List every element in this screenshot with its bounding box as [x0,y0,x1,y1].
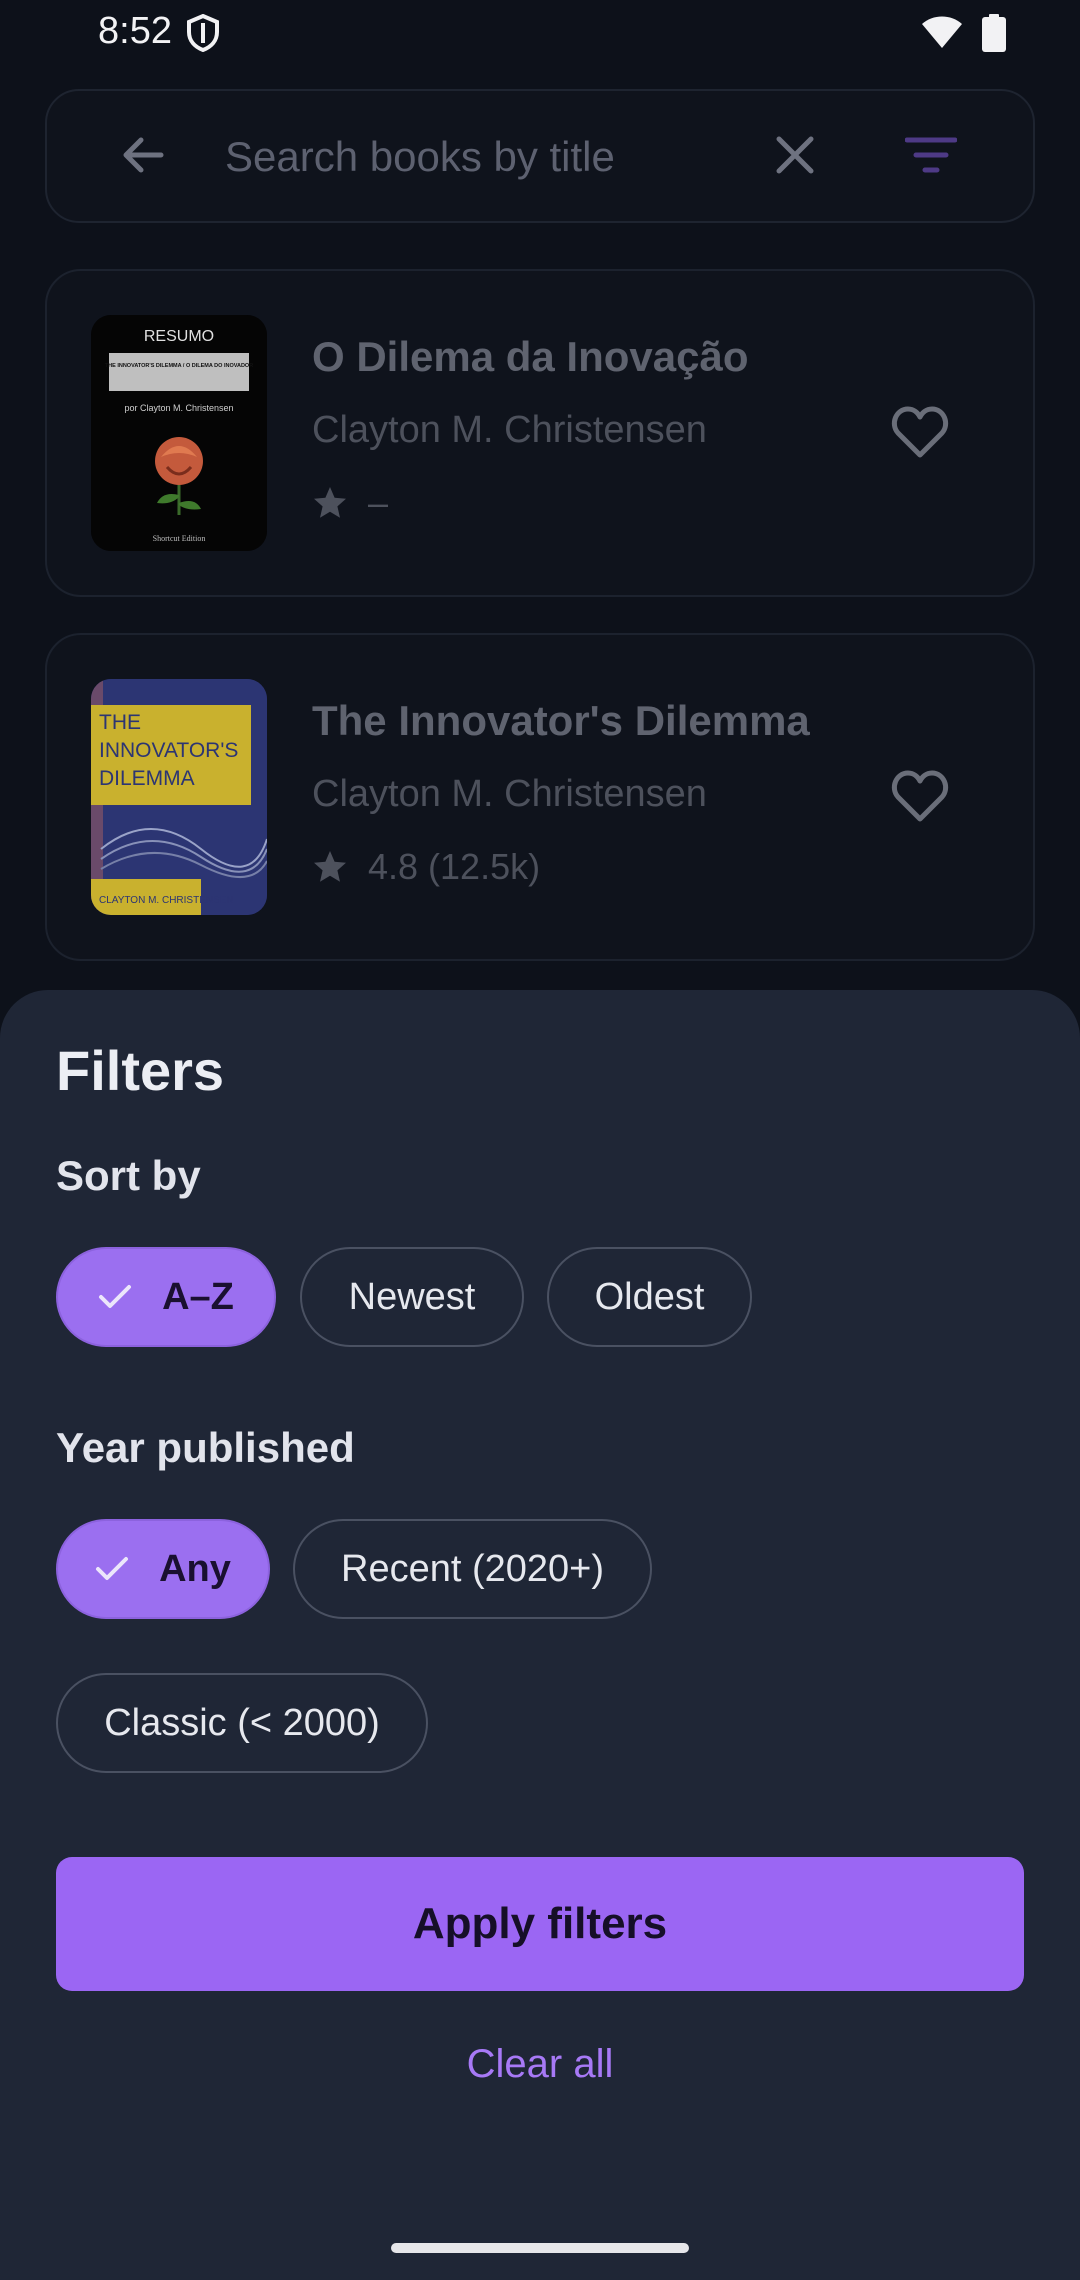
chip-year-classic[interactable]: Classic (< 2000) [56,1673,428,1773]
book-rating: – [312,481,388,525]
book-cover-image: THE INNOVATOR'S DILEMMA CLAYTON M. CHRIS… [91,679,267,915]
filters-bottom-sheet: Filters Sort by A–Z Newest Oldest Year p… [0,990,1080,2280]
chip-sort-oldest[interactable]: Oldest [547,1247,752,1347]
book-title: O Dilema da Inovação [312,333,749,380]
book-card[interactable]: RESUMO THE INNOVATOR'S DILEMMA / O DILEM… [45,269,1035,597]
book-author: Clayton M. Christensen [312,409,707,451]
clear-all-button[interactable]: Clear all [0,2042,1080,2087]
chip-label: Recent (2020+) [341,1547,604,1590]
wifi-icon [920,14,964,55]
book-rating: 4.8 (12.5k) [312,845,540,889]
rating-value: – [368,482,389,523]
book-card[interactable]: THE INNOVATOR'S DILEMMA CLAYTON M. CHRIS… [45,633,1035,961]
chip-label: Any [159,1547,231,1590]
check-icon [96,1557,129,1580]
book-author: Clayton M. Christensen [312,773,707,815]
star-icon [314,487,346,518]
chip-label: Oldest [594,1275,705,1318]
rating-value: 4.8 (12.5k) [368,846,541,887]
cover-line-2: INNOVATOR'S [99,739,238,762]
check-icon [99,1285,132,1308]
shield-icon [186,13,220,57]
filter-icon[interactable] [904,136,958,179]
gesture-navigation-handle[interactable] [391,2243,689,2253]
chip-year-any[interactable]: Any [56,1519,270,1619]
year-published-label: Year published [56,1424,355,1471]
book-title: The Innovator's Dilemma [312,697,810,744]
sort-by-label: Sort by [56,1152,201,1199]
sheet-title: Filters [56,1039,225,1102]
cover-box-text: THE INNOVATOR'S DILEMMA / O DILEMA DO IN… [105,363,253,369]
heart-icon[interactable] [891,405,949,464]
chip-sort-newest[interactable]: Newest [300,1247,524,1347]
back-arrow-icon[interactable] [119,131,167,184]
chip-label: A–Z [162,1275,234,1318]
star-icon [314,851,346,882]
cover-bottom-text: Shortcut Edition [153,534,206,543]
chip-label: Newest [348,1275,476,1318]
status-time: 8:52 [98,10,172,52]
cover-line-3: DILEMMA [99,767,195,790]
status-bar: 8:52 [0,0,1080,66]
battery-icon [982,14,1006,57]
apply-filters-button[interactable]: Apply filters [56,1857,1024,1991]
chip-year-recent[interactable]: Recent (2020+) [293,1519,652,1619]
book-cover-image: RESUMO THE INNOVATOR'S DILEMMA / O DILEM… [91,315,267,551]
chip-label: Classic (< 2000) [104,1701,380,1744]
cover-byline: por Clayton M. Christensen [124,403,233,413]
search-bar [45,89,1035,223]
close-icon[interactable] [771,131,819,184]
chip-sort-az[interactable]: A–Z [56,1247,276,1347]
cover-top-text: RESUMO [144,328,214,345]
cover-line-1: THE [99,711,141,734]
search-input[interactable] [225,127,695,187]
cover-author: CLAYTON M. CHRISTENSEN [99,895,234,906]
heart-icon[interactable] [891,769,949,828]
